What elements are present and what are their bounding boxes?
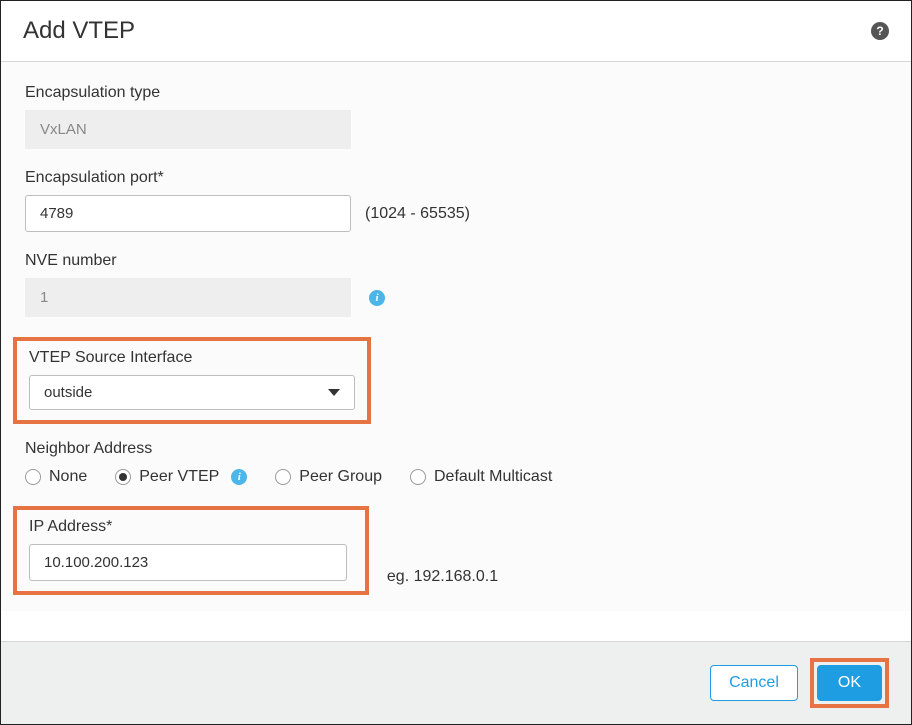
info-icon[interactable]: i (369, 290, 385, 306)
radio-default-multicast-label: Default Multicast (434, 468, 552, 486)
highlight-vtep-source: VTEP Source Interface outside (13, 337, 371, 424)
encapsulation-port-input[interactable] (25, 195, 351, 232)
neighbor-address-label: Neighbor Address (25, 440, 887, 458)
encapsulation-type-value: VxLAN (25, 110, 351, 149)
dialog-footer: Cancel OK (1, 641, 911, 724)
vtep-source-select[interactable]: outside (29, 375, 355, 410)
nve-number-value: 1 (25, 278, 351, 317)
dialog-header: Add VTEP ? (1, 1, 911, 62)
help-icon[interactable]: ? (871, 22, 889, 40)
vtep-source-selected: outside (44, 384, 92, 401)
info-icon[interactable]: i (231, 469, 247, 485)
radio-peer-vtep[interactable]: Peer VTEP i (115, 468, 247, 486)
ip-address-input[interactable] (29, 544, 347, 581)
vtep-source-label: VTEP Source Interface (25, 349, 355, 367)
radio-none-label: None (49, 468, 87, 486)
highlight-ip-address: IP Address* (13, 506, 369, 595)
field-encapsulation-port: Encapsulation port* (1024 - 65535) (25, 169, 887, 232)
radio-peer-vtep-icon (115, 469, 131, 485)
ok-button[interactable]: OK (817, 665, 882, 701)
radio-default-multicast[interactable]: Default Multicast (410, 468, 552, 486)
radio-default-multicast-icon (410, 469, 426, 485)
radio-none-icon (25, 469, 41, 485)
encapsulation-port-label: Encapsulation port* (25, 169, 887, 187)
nve-number-label: NVE number (25, 252, 887, 270)
encapsulation-type-label: Encapsulation type (25, 84, 887, 102)
dialog-title: Add VTEP (23, 17, 135, 45)
field-encapsulation-type: Encapsulation type VxLAN (25, 84, 887, 149)
field-neighbor-address: Neighbor Address None Peer VTEP i Peer G… (25, 440, 887, 486)
radio-peer-group[interactable]: Peer Group (275, 468, 382, 486)
encapsulation-port-hint: (1024 - 65535) (365, 205, 470, 223)
radio-none[interactable]: None (25, 468, 87, 486)
highlight-ok: OK (810, 658, 889, 708)
chevron-down-icon (328, 389, 340, 396)
ip-address-hint: eg. 192.168.0.1 (387, 568, 498, 585)
field-nve-number: NVE number 1 i (25, 252, 887, 317)
dialog-content: Encapsulation type VxLAN Encapsulation p… (1, 62, 911, 611)
cancel-button[interactable]: Cancel (710, 665, 798, 701)
radio-peer-vtep-label: Peer VTEP (139, 468, 219, 486)
ip-address-label: IP Address* (25, 518, 353, 536)
radio-peer-group-label: Peer Group (299, 468, 382, 486)
radio-peer-group-icon (275, 469, 291, 485)
